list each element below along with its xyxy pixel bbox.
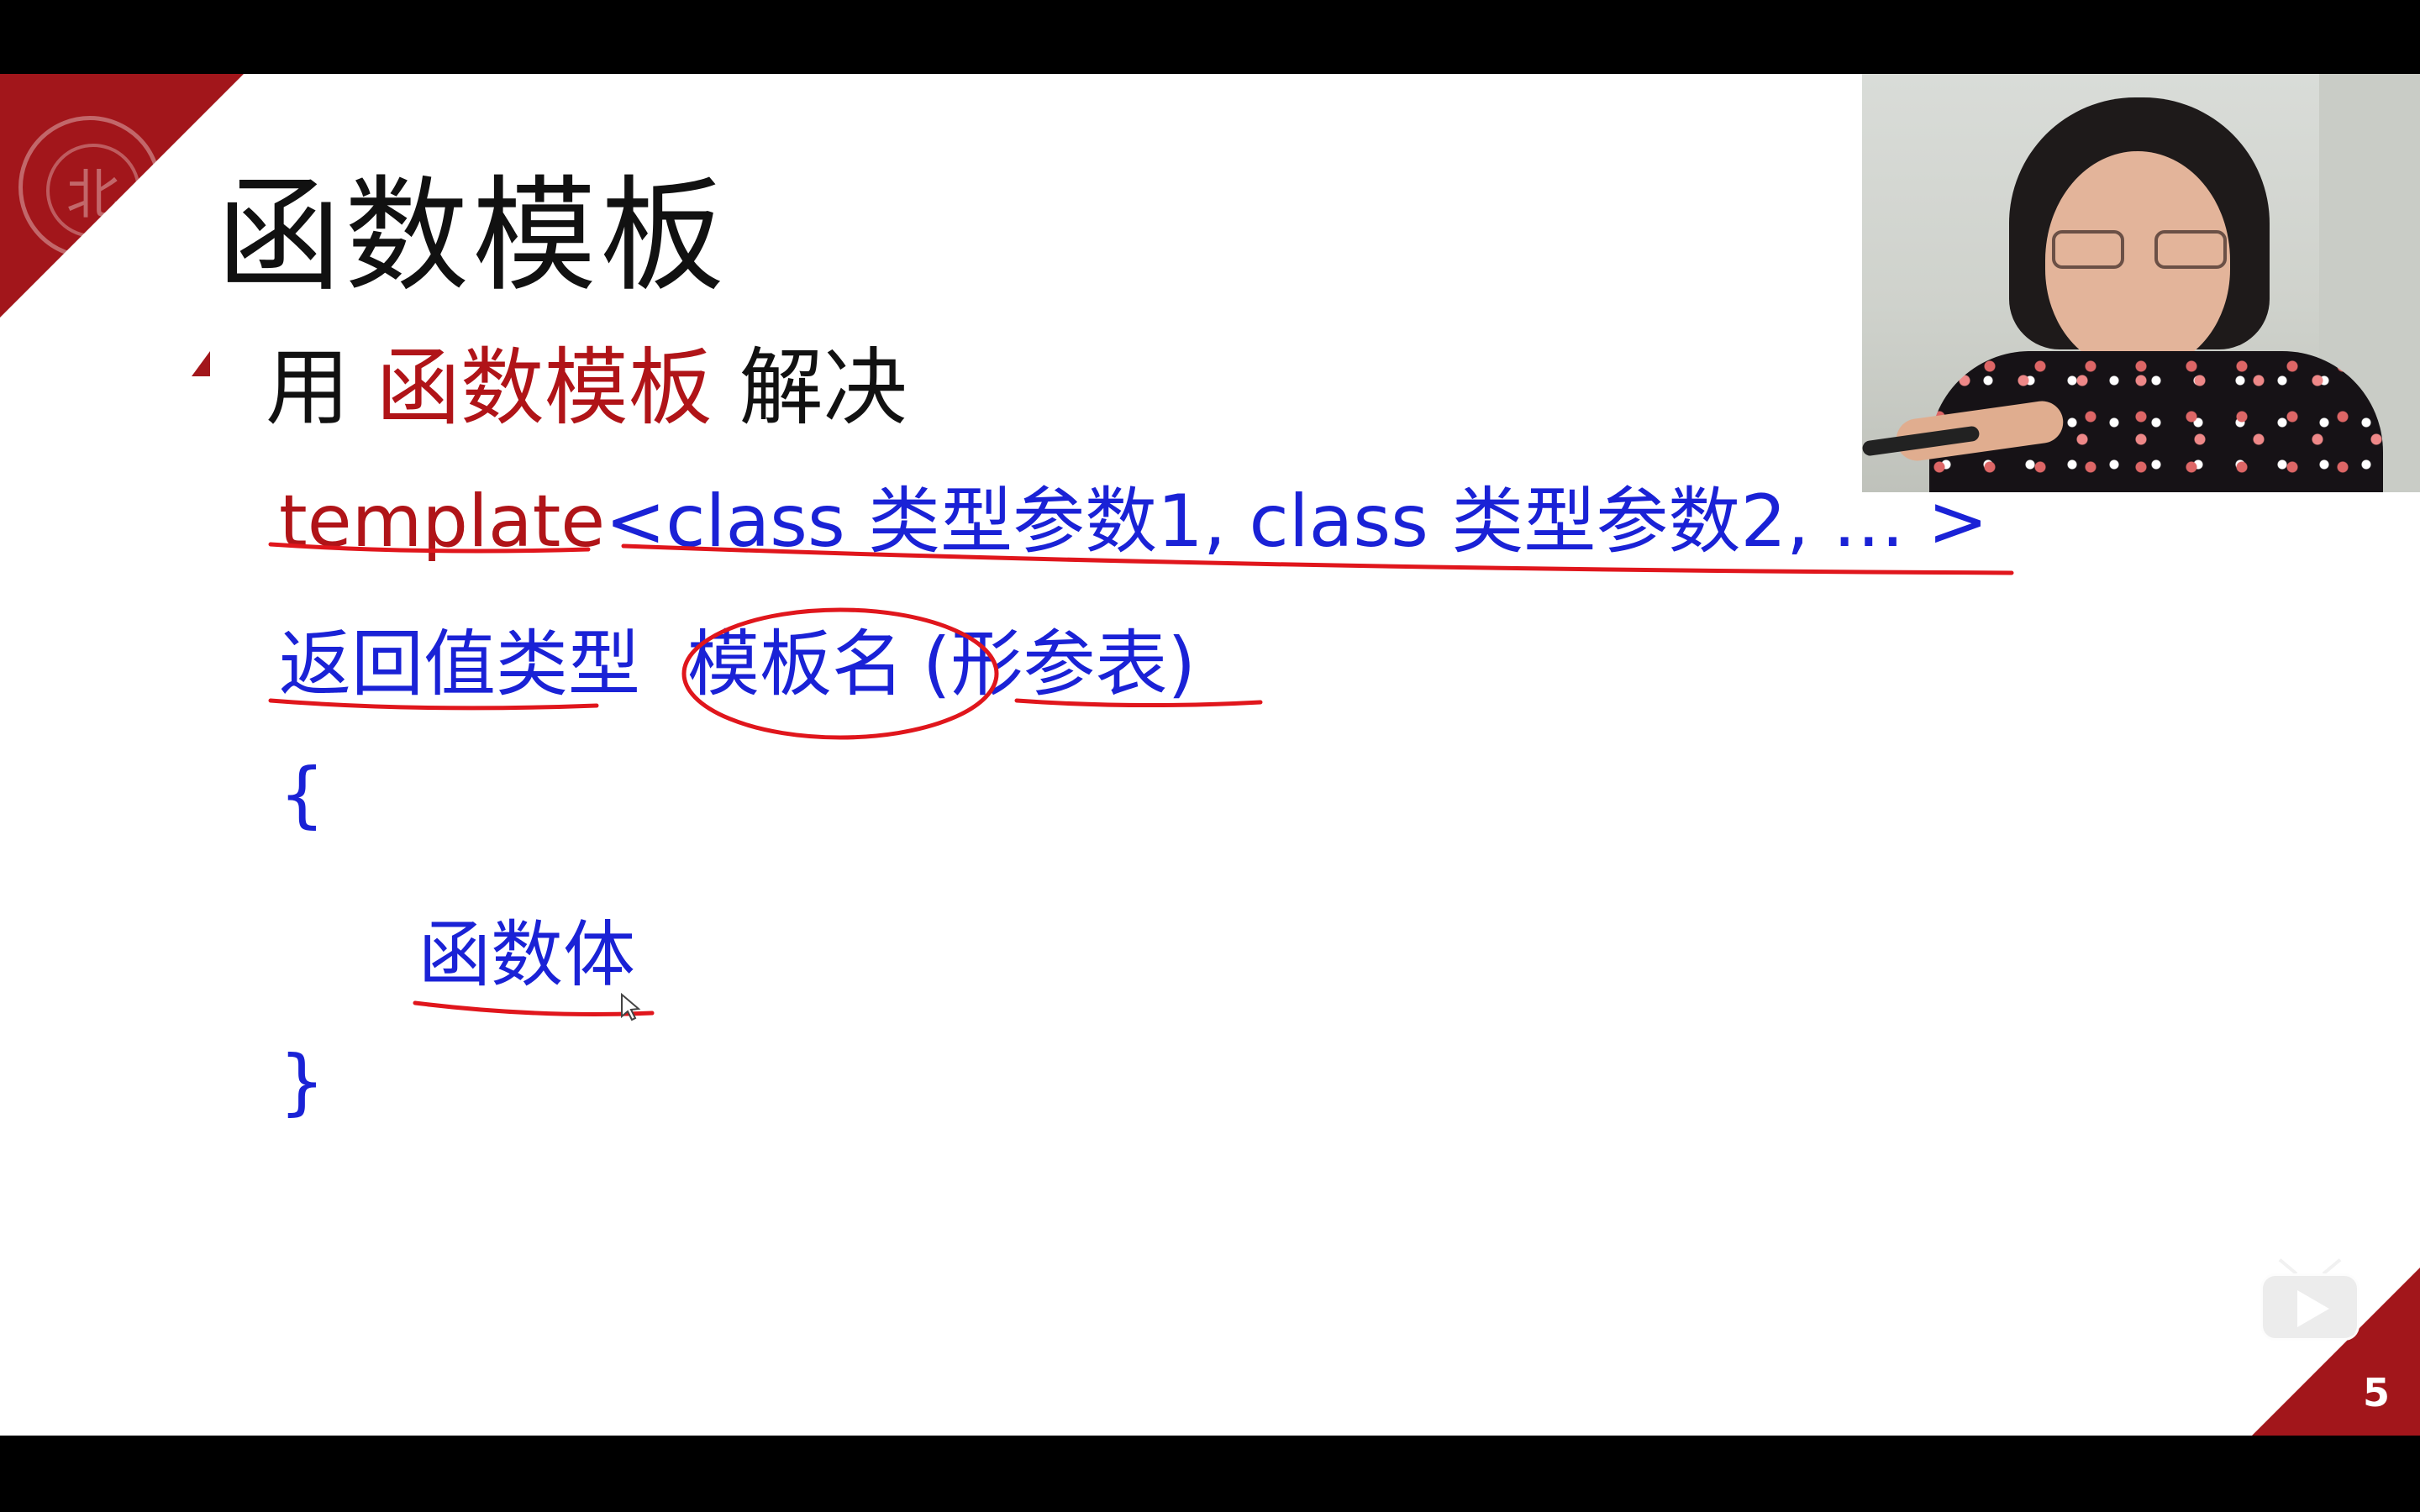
close-brace: } [279, 1040, 325, 1124]
param-list: (形参表) [923, 622, 1197, 706]
bullet-prefix: 用 [266, 339, 350, 437]
underline-function-body [413, 1000, 655, 1016]
return-type: 返回值类型 [279, 622, 640, 706]
webcam-overlay [1862, 74, 2420, 492]
play-badge-icon[interactable] [2260, 1258, 2360, 1341]
template-name: 模板名 [687, 622, 904, 706]
template-params: <class 类型参数1, class 类型参数2, … > [605, 480, 1989, 564]
page-number: 5 [2362, 1370, 2390, 1415]
code-template-line: template<class 类型参数1, class 类型参数2, … > [279, 462, 1988, 567]
video-frame: 北 函数模板 用 函数模板 解决 template<class 类型参数1, c… [0, 0, 2420, 1512]
slide-title: 函数模板 [217, 164, 728, 308]
university-seal-icon: 北 [18, 116, 161, 259]
bullet-text: 用 函数模板 解决 [266, 319, 908, 441]
code-signature-line: 返回值类型 模板名 (形参表) [279, 605, 1196, 710]
bullet-suffix: 解决 [739, 339, 908, 437]
bullet-marker-icon [192, 351, 210, 376]
function-body: 函数体 [418, 913, 635, 997]
open-brace: { [279, 753, 325, 837]
bullet-highlight: 函数模板 [376, 339, 713, 437]
template-keyword: template [279, 480, 606, 564]
